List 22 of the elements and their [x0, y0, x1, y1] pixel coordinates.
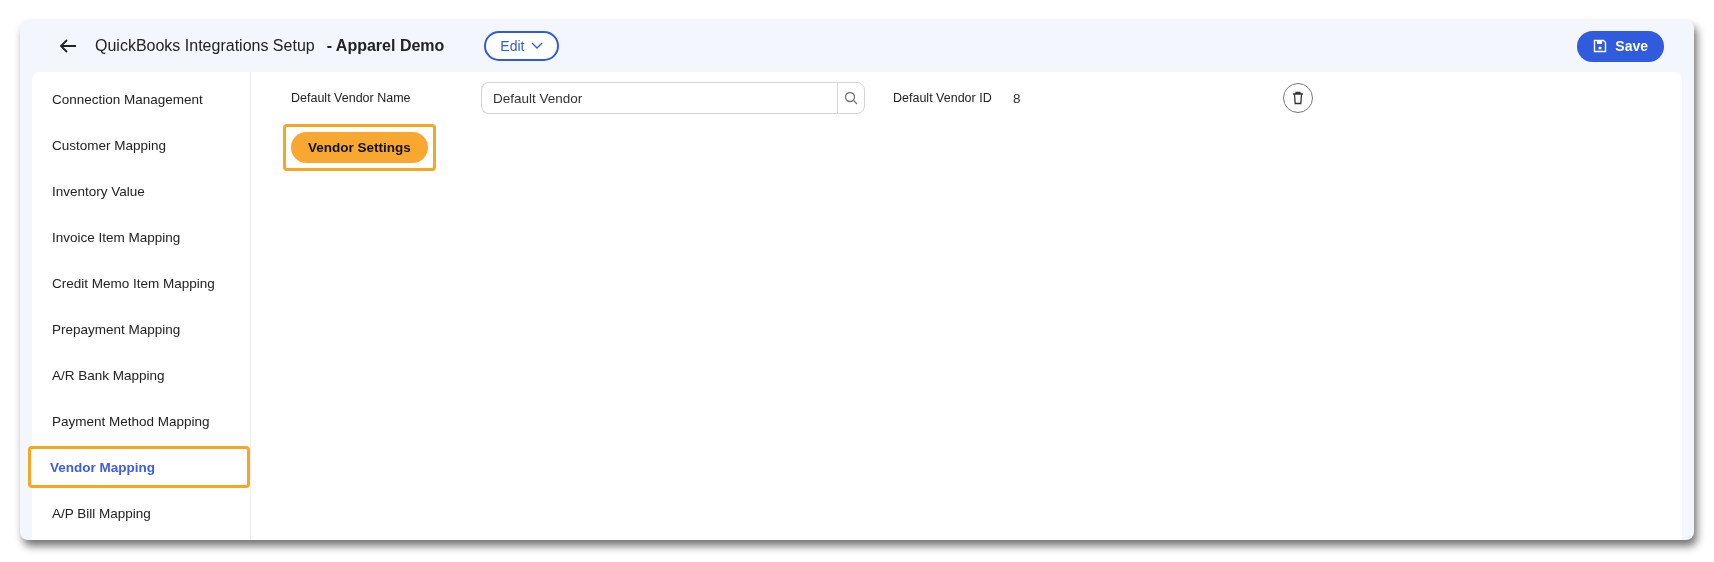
sidebar-item[interactable]: Connection Management: [32, 78, 250, 120]
sidebar-item[interactable]: Customer Mapping: [32, 124, 250, 166]
vendor-id-value: 8: [1013, 90, 1022, 106]
page-title: QuickBooks Integrations Setup: [95, 37, 315, 55]
field-label: Default Vendor ID: [893, 91, 993, 105]
sidebar-item[interactable]: Prepayment Mapping: [32, 308, 250, 350]
sidebar-item[interactable]: A/R Bank Mapping: [32, 354, 250, 396]
sidebar-item[interactable]: Payment Method Mapping: [32, 400, 250, 442]
trash-icon[interactable]: [1283, 83, 1313, 113]
sidebar-item[interactable]: Inventory Value: [32, 170, 250, 212]
field-label: Default Vendor Name: [291, 91, 412, 105]
edit-button[interactable]: Edit: [484, 31, 560, 61]
chevron-down-icon: [531, 42, 544, 50]
company-name: - Apparel Demo: [326, 37, 445, 55]
vendor-name-field[interactable]: Default Vendor: [481, 82, 837, 114]
sidebar-item[interactable]: A/P Bill Mapping: [32, 492, 250, 534]
save-button[interactable]: Save: [1577, 30, 1664, 62]
sidebar-item[interactable]: Credit Memo Item Mapping: [32, 262, 250, 304]
sidebar-item[interactable]: Vendor Mapping: [28, 446, 250, 488]
search-icon[interactable]: [837, 82, 865, 114]
sidebar-item[interactable]: Invoice Item Mapping: [32, 216, 250, 258]
vendor-settings-button[interactable]: Vendor Settings: [291, 132, 428, 163]
